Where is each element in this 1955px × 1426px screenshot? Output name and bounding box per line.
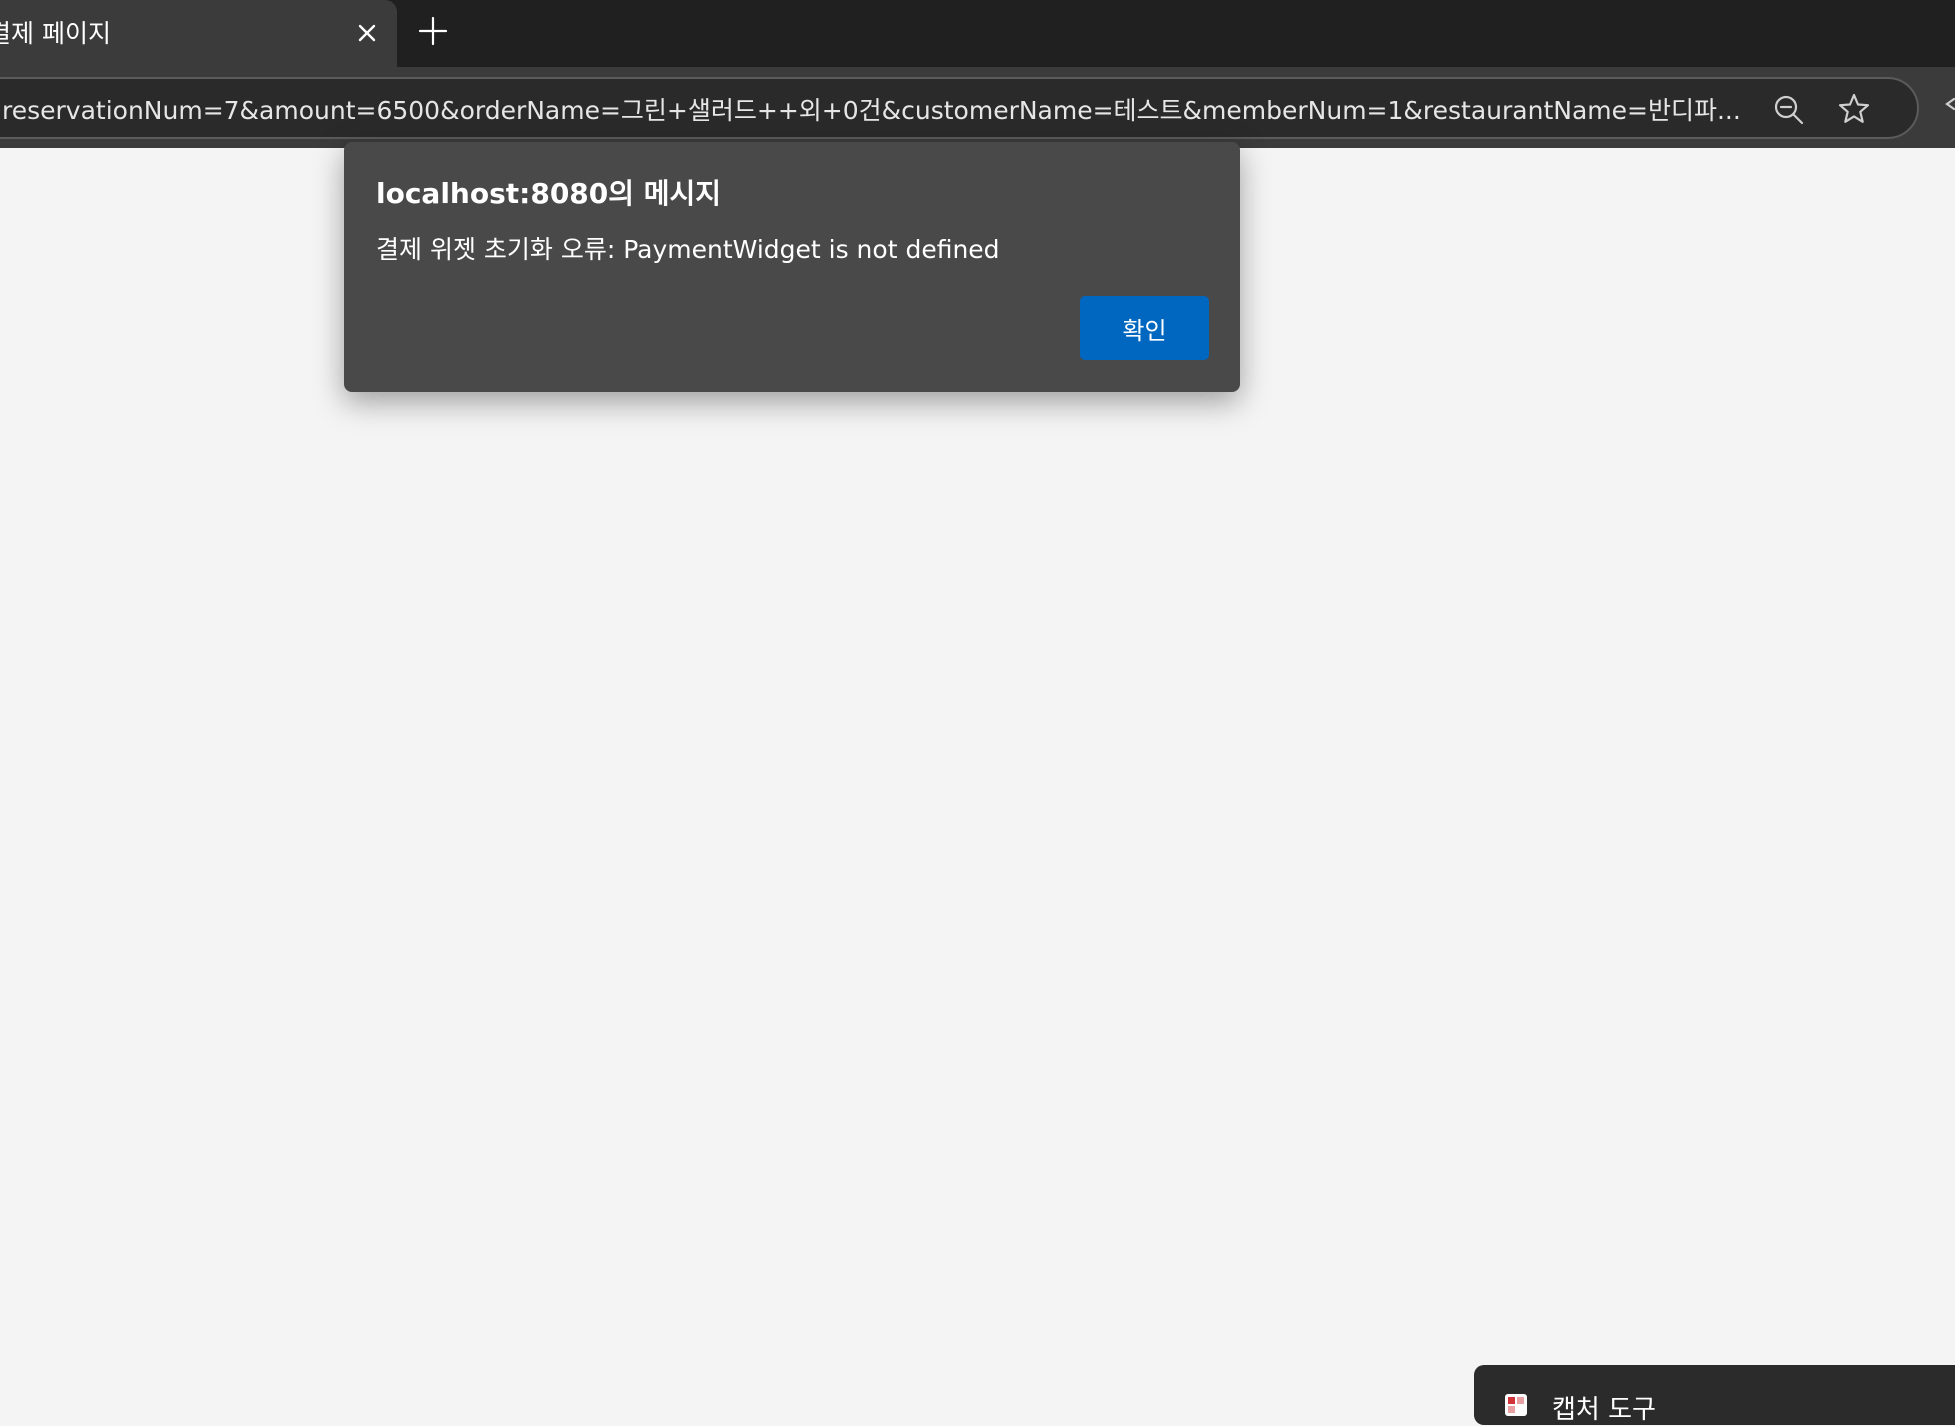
plus-icon[interactable] [416,14,450,48]
snipping-tool-label: 캡처 도구 [1552,1395,1656,1425]
dialog-message: 결제 위젯 초기화 오류: PaymentWidget is not defin… [376,235,1000,264]
star-icon[interactable] [1836,91,1872,127]
snipping-tool-notification[interactable]: 캡처 도구 [1474,1365,1955,1425]
url-text[interactable]: reservationNum=7&amount=6500&orderName=그… [2,91,1747,127]
tab-payment-page[interactable]: 결제 페이지 [0,0,397,67]
chevron-left-icon[interactable] [1942,97,1955,111]
address-bar[interactable]: reservationNum=7&amount=6500&orderName=그… [0,77,1919,139]
close-icon[interactable] [354,20,380,46]
tab-strip: 결제 페이지 [0,0,1955,67]
ok-button[interactable]: 확인 [1080,296,1209,360]
zoom-out-icon[interactable] [1772,93,1806,127]
tab-title: 결제 페이지 [0,19,111,48]
snipping-tool-icon [1505,1394,1527,1416]
alert-dialog: localhost:8080의 메시지 결제 위젯 초기화 오류: Paymen… [344,142,1240,392]
browser-toolbar: reservationNum=7&amount=6500&orderName=그… [0,67,1955,148]
dialog-title: localhost:8080의 메시지 [376,177,722,210]
